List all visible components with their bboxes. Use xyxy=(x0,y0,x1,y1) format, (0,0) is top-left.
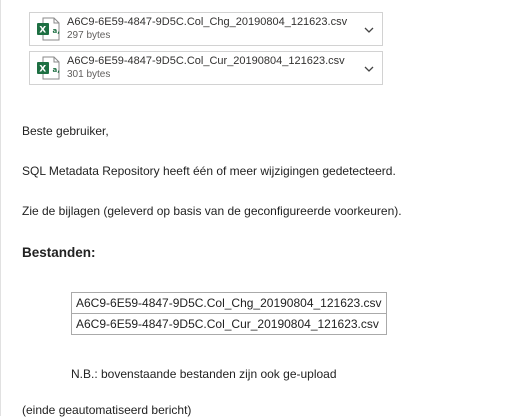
files-table: A6C9-6E59-4847-9D5C.Col_Chg_20190804_121… xyxy=(71,292,387,335)
attachment-card[interactable]: a, X A6C9-6E59-4847-9D5C.Col_Chg_2019080… xyxy=(29,12,383,46)
svg-text:X: X xyxy=(39,65,46,75)
file-cell: A6C9-6E59-4847-9D5C.Col_Chg_20190804_121… xyxy=(71,292,387,314)
closing-line: (einde geautomatiseerd bericht) xyxy=(22,403,192,417)
files-heading: Bestanden: xyxy=(22,245,96,260)
upload-note: N.B.: bovenstaande bestanden zijn ook ge… xyxy=(71,367,337,381)
attachment-list: a, X A6C9-6E59-4847-9D5C.Col_Chg_2019080… xyxy=(29,12,383,90)
attachment-card[interactable]: a, X A6C9-6E59-4847-9D5C.Col_Cur_2019080… xyxy=(29,51,383,85)
svg-text:a,: a, xyxy=(53,27,60,35)
chevron-down-icon[interactable] xyxy=(364,64,374,74)
svg-text:X: X xyxy=(39,26,46,36)
svg-text:a,: a, xyxy=(53,66,60,74)
file-cell: A6C9-6E59-4847-9D5C.Col_Cur_20190804_121… xyxy=(71,313,387,335)
attachment-size: 301 bytes xyxy=(67,69,111,80)
excel-csv-icon: a, X xyxy=(37,17,60,41)
message-line-2: Zie de bijlagen (geleverd op basis van d… xyxy=(22,204,402,218)
attachment-filename: A6C9-6E59-4847-9D5C.Col_Chg_20190804_121… xyxy=(67,16,348,28)
message-line-1: SQL Metadata Repository heeft één of mee… xyxy=(22,164,396,178)
greeting: Beste gebruiker, xyxy=(22,124,109,138)
left-border xyxy=(0,0,1,416)
attachment-size: 297 bytes xyxy=(67,30,111,41)
attachment-filename: A6C9-6E59-4847-9D5C.Col_Cur_20190804_121… xyxy=(67,55,345,67)
excel-csv-icon: a, X xyxy=(37,56,60,80)
table-row: A6C9-6E59-4847-9D5C.Col_Cur_20190804_121… xyxy=(71,313,387,335)
table-row: A6C9-6E59-4847-9D5C.Col_Chg_20190804_121… xyxy=(71,292,387,314)
chevron-down-icon[interactable] xyxy=(364,25,374,35)
